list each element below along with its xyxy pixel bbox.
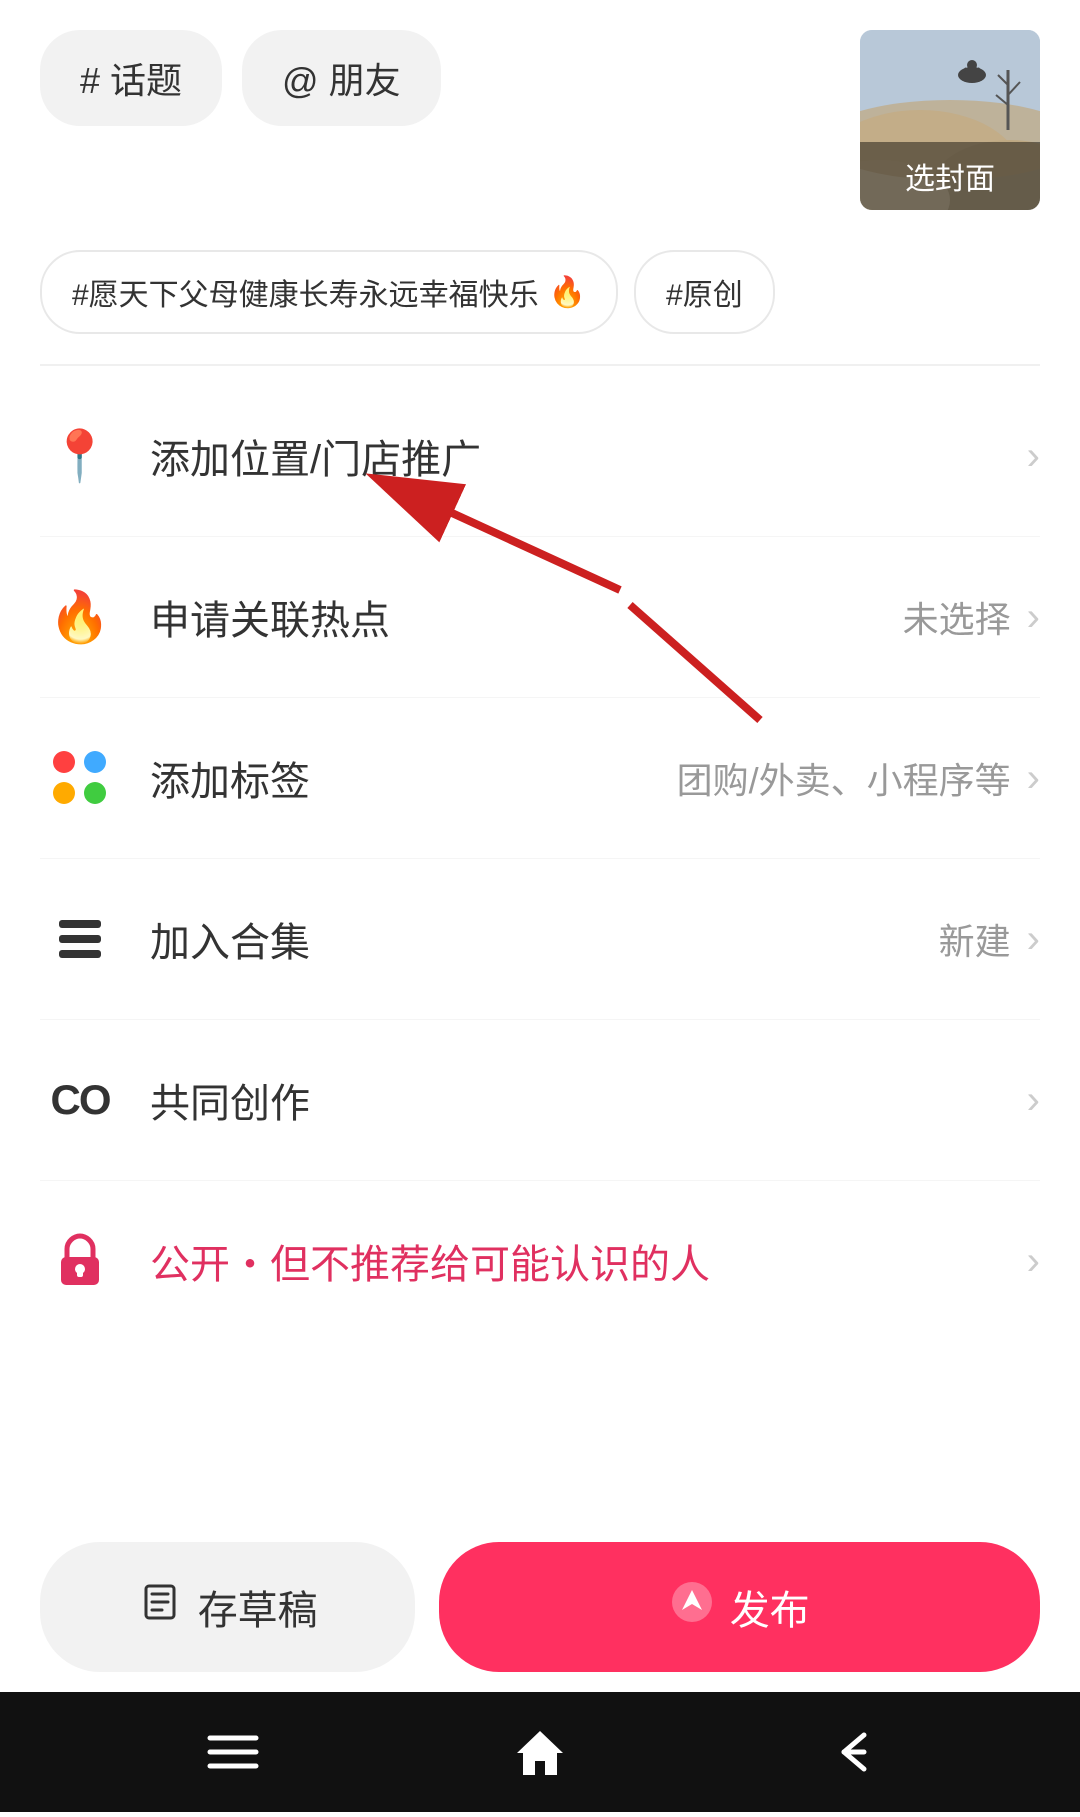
collection-menu-item[interactable]: 加入合集 新建 › [40, 859, 1040, 1020]
hotspot-label: 申请关联热点 [150, 588, 903, 646]
privacy-menu-item[interactable]: 公开・但不推荐给可能认识的人 › [40, 1181, 1040, 1341]
publish-label: 发布 [730, 1578, 810, 1636]
draft-button[interactable]: 存草稿 [40, 1542, 415, 1672]
collection-arrow: › [1027, 919, 1040, 959]
hashtag-row: #愿天下父母健康长寿永远幸福快乐 🔥 #原创 [0, 230, 1080, 354]
tag-label: 添加标签 [150, 749, 677, 807]
tag-arrow: › [1027, 758, 1040, 798]
hashtag-pill-2[interactable]: #原创 [634, 250, 775, 334]
location-icon: 📍 [40, 416, 120, 496]
publish-button[interactable]: 发布 [439, 1542, 1040, 1672]
cocreate-label: 共同创作 [150, 1071, 1027, 1129]
menu-list: 📍 添加位置/门店推广 › 🔥 申请关联热点 未选择 › 添加标签 团购/外卖、… [0, 376, 1080, 1341]
hotspot-menu-item[interactable]: 🔥 申请关联热点 未选择 › [40, 537, 1040, 698]
tag-menu-item[interactable]: 添加标签 团购/外卖、小程序等 › [40, 698, 1040, 859]
nav-menu-icon[interactable] [206, 1730, 260, 1774]
section-divider [40, 364, 1040, 366]
bottom-action-bar: 存草稿 发布 [0, 1522, 1080, 1692]
location-menu-item[interactable]: 📍 添加位置/门店推广 › [40, 376, 1040, 537]
cover-box[interactable]: 选封面 [860, 30, 1040, 210]
collection-label: 加入合集 [150, 910, 939, 968]
tag-buttons: # 话题 @ 朋友 [40, 30, 840, 126]
hotspot-arrow: › [1027, 597, 1040, 637]
collection-stack-icon [40, 899, 120, 979]
cocreate-arrow: › [1027, 1080, 1040, 1120]
collection-value: 新建 [939, 913, 1011, 965]
nav-home-icon[interactable] [513, 1725, 567, 1779]
mention-button[interactable]: @ 朋友 [242, 30, 441, 126]
nav-bar [0, 1692, 1080, 1812]
draft-icon [138, 1580, 182, 1634]
co-icon: CO [40, 1060, 120, 1140]
draft-label: 存草稿 [198, 1578, 318, 1636]
privacy-label: 公开・但不推荐给可能认识的人 [150, 1232, 1027, 1290]
fire-icon: 🔥 [549, 275, 586, 310]
hotspot-icon: 🔥 [40, 577, 120, 657]
topic-button[interactable]: # 话题 [40, 30, 222, 126]
tag-dots-icon [40, 738, 120, 818]
hotspot-value: 未选择 [903, 591, 1011, 643]
lock-icon [40, 1221, 120, 1301]
hashtag-text-2: #原创 [666, 270, 743, 314]
cover-label: 选封面 [860, 142, 1040, 210]
hashtag-text-1: #愿天下父母健康长寿永远幸福快乐 [72, 270, 539, 314]
publish-icon [670, 1580, 714, 1634]
cocreate-menu-item[interactable]: CO 共同创作 › [40, 1020, 1040, 1181]
location-label: 添加位置/门店推广 [150, 427, 1027, 485]
location-arrow: › [1027, 436, 1040, 476]
privacy-arrow: › [1027, 1241, 1040, 1281]
hashtag-pill-1[interactable]: #愿天下父母健康长寿永远幸福快乐 🔥 [40, 250, 618, 334]
tag-value: 团购/外卖、小程序等 [677, 752, 1011, 804]
nav-back-icon[interactable] [820, 1725, 874, 1779]
top-section: # 话题 @ 朋友 [0, 0, 1080, 230]
